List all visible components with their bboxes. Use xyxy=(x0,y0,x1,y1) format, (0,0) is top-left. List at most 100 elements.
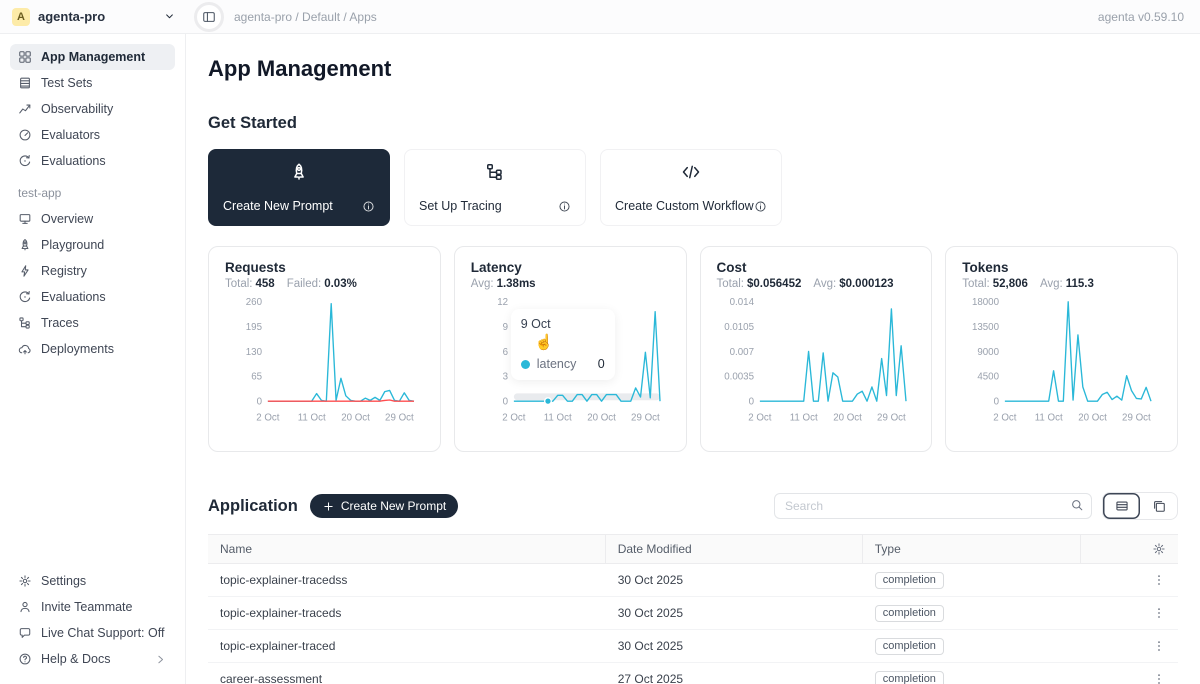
get-started-card-label: Set Up Tracing xyxy=(419,199,502,213)
sidebar-item-observability[interactable]: Observability xyxy=(10,96,175,122)
breadcrumb: agenta-pro / Default / Apps xyxy=(234,10,377,24)
table-view-button[interactable] xyxy=(1103,493,1140,519)
chat-icon xyxy=(18,626,32,640)
workspace-switcher[interactable]: A agenta-pro xyxy=(0,8,186,26)
get-started-card-set-up-tracing[interactable]: Set Up Tracing xyxy=(404,149,586,226)
svg-text:2 Oct: 2 Oct xyxy=(256,413,280,424)
observability-icon xyxy=(18,102,32,116)
application-title: Application xyxy=(208,497,298,516)
sidebar-item-help-docs[interactable]: Help & Docs xyxy=(10,646,175,672)
app-name: topic-explainer-traceds xyxy=(220,606,341,620)
sidebar-item-label: App Management xyxy=(41,50,145,64)
svg-text:11 Oct: 11 Oct xyxy=(543,413,571,424)
app-date-modified: 30 Oct 2025 xyxy=(618,639,683,653)
column-name[interactable]: Name xyxy=(208,535,606,563)
chart-card-requests: RequestsTotal:458Failed:0.03%06513019526… xyxy=(208,246,441,452)
chart-title: Cost xyxy=(717,260,916,275)
chart-stats: Total:$0.056452Avg:$0.000123 xyxy=(717,278,916,290)
chart-tooltip: 9 Octlatency0 xyxy=(511,309,615,380)
card-view-button[interactable] xyxy=(1140,493,1177,519)
svg-text:0.007: 0.007 xyxy=(729,347,753,358)
sidebar-item-label: Deployments xyxy=(41,342,114,356)
sidebar-item-label: Traces xyxy=(41,316,79,330)
workspace-name: agenta-pro xyxy=(38,9,155,24)
panel-left-icon xyxy=(202,10,216,24)
info-icon[interactable] xyxy=(754,200,767,213)
evaluations-icon xyxy=(18,154,32,168)
row-menu-icon[interactable] xyxy=(1152,672,1166,684)
svg-text:260: 260 xyxy=(246,297,263,308)
sidebar-item-app-management[interactable]: App Management xyxy=(10,44,175,70)
sidebar-item-settings[interactable]: Settings xyxy=(10,568,175,594)
plus-icon xyxy=(322,500,335,513)
table-row[interactable]: career-assessment27 Oct 2025completion xyxy=(208,663,1178,684)
sidebar-app-nav: Overview Playground Registry Evaluations Tra… xyxy=(10,206,175,362)
tokens-chart[interactable]: 04500900013500180002 Oct11 Oct20 Oct29 O… xyxy=(962,294,1161,427)
svg-text:4500: 4500 xyxy=(978,372,1000,383)
tree-icon xyxy=(18,316,32,330)
svg-text:29 Oct: 29 Oct xyxy=(631,413,660,424)
get-started-card-create-new-prompt[interactable]: Create New Prompt xyxy=(208,149,390,226)
lightning-icon xyxy=(18,264,32,278)
sidebar-item-evaluators[interactable]: Evaluators xyxy=(10,122,175,148)
search-input[interactable] xyxy=(774,493,1092,519)
chart-stats: Total:458Failed:0.03% xyxy=(225,278,424,290)
sidebar-item-test-sets[interactable]: Test Sets xyxy=(10,70,175,96)
sidebar-item-label: Settings xyxy=(41,574,86,588)
sidebar-item-deployments[interactable]: Deployments xyxy=(10,336,175,362)
app-date-modified: 30 Oct 2025 xyxy=(618,573,683,587)
active-point-dot xyxy=(544,398,551,405)
svg-text:13500: 13500 xyxy=(972,322,1000,333)
create-new-prompt-button[interactable]: Create New Prompt xyxy=(310,494,458,518)
sidebar-collapse-button[interactable] xyxy=(194,2,224,32)
gauge-icon xyxy=(18,128,32,142)
cloud-icon xyxy=(18,342,32,356)
column-settings-icon[interactable] xyxy=(1152,542,1166,556)
sidebar-item-invite-teammate[interactable]: Invite Teammate xyxy=(10,594,175,620)
svg-text:0.0105: 0.0105 xyxy=(724,322,754,333)
chart-cursor-band xyxy=(514,393,660,400)
app-name: topic-explainer-traced xyxy=(220,639,335,653)
table-row[interactable]: topic-explainer-traceds30 Oct 2025comple… xyxy=(208,597,1178,630)
table-row[interactable]: topic-explainer-tracedss30 Oct 2025compl… xyxy=(208,564,1178,597)
column-type[interactable]: Type xyxy=(863,535,1081,563)
table-view-icon xyxy=(1115,499,1129,513)
cost-chart[interactable]: 00.00350.0070.01050.0142 Oct11 Oct20 Oct… xyxy=(717,294,916,427)
sidebar-item-overview[interactable]: Overview xyxy=(10,206,175,232)
svg-text:11 Oct: 11 Oct xyxy=(789,413,817,424)
main-content: App Management Get Started Create New Pr… xyxy=(186,34,1200,684)
sidebar-item-label: Playground xyxy=(41,238,104,252)
sidebar-item-evaluations[interactable]: Evaluations xyxy=(10,148,175,174)
applications-table: Name Date Modified Type topic-explainer-… xyxy=(208,534,1178,684)
requests-chart[interactable]: 0651301952602 Oct11 Oct20 Oct29 Oct xyxy=(225,294,424,427)
row-menu-icon[interactable] xyxy=(1152,573,1166,587)
row-menu-icon[interactable] xyxy=(1152,639,1166,653)
svg-text:29 Oct: 29 Oct xyxy=(877,413,906,424)
info-icon[interactable] xyxy=(558,200,571,213)
metric-charts: RequestsTotal:458Failed:0.03%06513019526… xyxy=(208,246,1178,452)
table-header: Name Date Modified Type xyxy=(208,534,1178,564)
app-type-badge: completion xyxy=(875,605,944,622)
sidebar-item-label: Overview xyxy=(41,212,93,226)
sidebar-item-evaluations[interactable]: Evaluations xyxy=(10,284,175,310)
sidebar-item-traces[interactable]: Traces xyxy=(10,310,175,336)
svg-text:0: 0 xyxy=(994,397,1000,408)
row-menu-icon[interactable] xyxy=(1152,606,1166,620)
sidebar-item-playground[interactable]: Playground xyxy=(10,232,175,258)
sidebar-item-label: Evaluations xyxy=(41,290,106,304)
sidebar-item-live-chat-support-off[interactable]: Live Chat Support: Off xyxy=(10,620,175,646)
sidebar-item-label: Invite Teammate xyxy=(41,600,132,614)
get-started-cards: Create New Prompt Set Up Tracing Create Cu… xyxy=(208,149,1178,226)
app-name: career-assessment xyxy=(220,672,322,684)
column-date-modified[interactable]: Date Modified xyxy=(606,535,863,563)
info-icon[interactable] xyxy=(362,200,375,213)
evaluations-icon xyxy=(18,290,32,304)
svg-text:3: 3 xyxy=(502,372,507,383)
svg-text:0: 0 xyxy=(257,397,263,408)
svg-text:0: 0 xyxy=(748,397,754,408)
sidebar-item-label: Evaluators xyxy=(41,128,100,142)
sidebar-item-registry[interactable]: Registry xyxy=(10,258,175,284)
chart-card-latency: LatencyAvg:1.38ms0369122 Oct11 Oct20 Oct… xyxy=(454,246,687,452)
get-started-card-create-custom-workflow[interactable]: Create Custom Workflow xyxy=(600,149,782,226)
table-row[interactable]: topic-explainer-traced30 Oct 2025complet… xyxy=(208,630,1178,663)
